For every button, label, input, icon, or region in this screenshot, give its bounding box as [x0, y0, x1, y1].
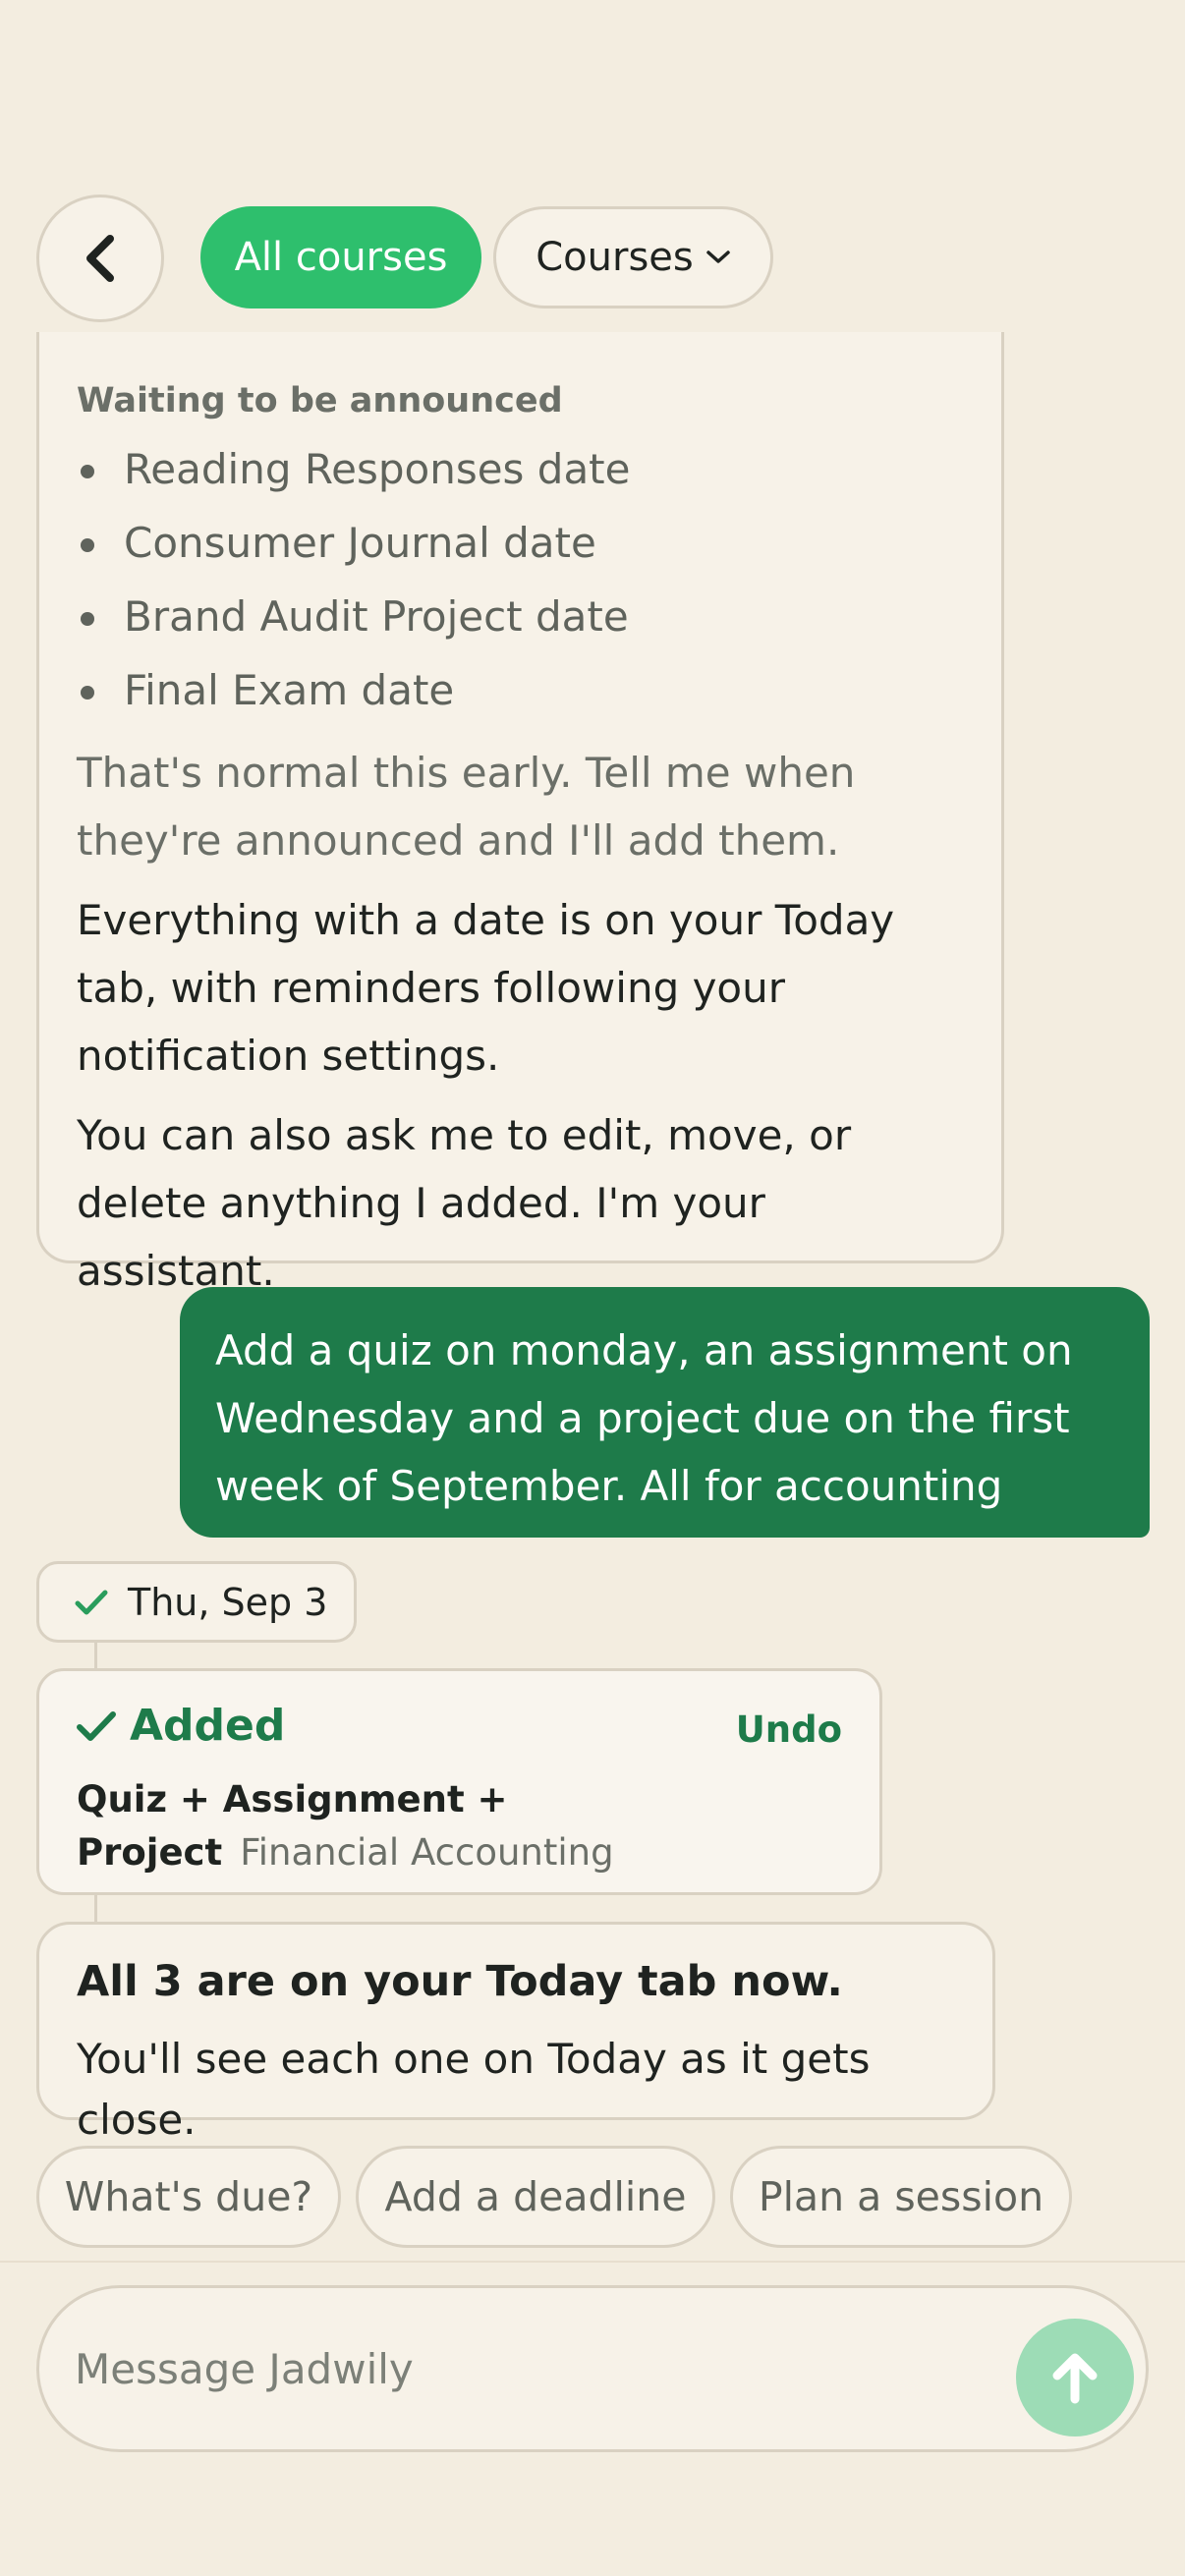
today-note: Everything with a date is on your Today … — [77, 896, 895, 1080]
filter-all-courses[interactable]: All courses — [200, 206, 481, 308]
added-course: Financial Accounting — [240, 1831, 614, 1874]
suggestion-label: What's due? — [64, 2173, 313, 2220]
suggestion-add-deadline[interactable]: Add a deadline — [356, 2146, 715, 2248]
pending-items-list: Reading Responses date Consumer Journal … — [77, 432, 964, 727]
undo-button[interactable]: Undo — [736, 1708, 842, 1751]
suggestion-label: Add a deadline — [384, 2173, 687, 2220]
check-icon — [75, 1590, 108, 1614]
summary-title: All 3 are on your Today tab now. — [77, 1957, 843, 2006]
chevron-down-icon — [706, 251, 730, 263]
arrow-up-icon — [1052, 2353, 1098, 2404]
added-confirmation-card: Added Undo Quiz + Assignment + Project Fi… — [36, 1668, 882, 1895]
summary-text: You'll see each one on Today as it gets … — [77, 2035, 871, 2144]
check-icon — [77, 1710, 116, 1741]
date-pill: Thu, Sep 3 — [36, 1561, 357, 1643]
chevron-left-icon — [86, 235, 114, 282]
suggestion-plan-session[interactable]: Plan a session — [730, 2146, 1072, 2248]
user-message-bubble: Add a quiz on monday, an assignment on W… — [180, 1287, 1150, 1538]
message-input[interactable] — [75, 2337, 959, 2400]
suggestion-label: Plan a session — [758, 2173, 1044, 2220]
timeline-connector — [94, 1895, 97, 1922]
filter-courses-dropdown[interactable]: Courses — [493, 206, 773, 308]
chat-screen: All courses Courses Waiting to be announ… — [0, 0, 1185, 2576]
added-status: Added — [130, 1701, 286, 1751]
filter-courses-label: Courses — [536, 235, 694, 280]
list-item: Reading Responses date — [77, 432, 964, 506]
message-composer — [36, 2285, 1149, 2452]
filter-all-courses-label: All courses — [234, 235, 448, 280]
normal-note: That's normal this early. Tell me when t… — [77, 749, 856, 865]
list-item: Consumer Journal date — [77, 506, 964, 580]
edit-note: You can also ask me to edit, move, or de… — [77, 1111, 852, 1295]
list-item: Brand Audit Project date — [77, 580, 964, 653]
send-button[interactable] — [1016, 2319, 1134, 2436]
timeline-connector — [94, 1643, 97, 1668]
assistant-message-card: Waiting to be announced Reading Response… — [36, 332, 1004, 1295]
composer-divider — [0, 2261, 1185, 2263]
summary-card: All 3 are on your Today tab now. You'll … — [36, 1922, 995, 2144]
suggestion-whats-due[interactable]: What's due? — [36, 2146, 341, 2248]
list-item: Final Exam date — [77, 653, 964, 727]
date-pill-label: Thu, Sep 3 — [128, 1580, 328, 1624]
back-button[interactable] — [36, 195, 164, 322]
waiting-section-title: Waiting to be announced — [77, 381, 563, 420]
